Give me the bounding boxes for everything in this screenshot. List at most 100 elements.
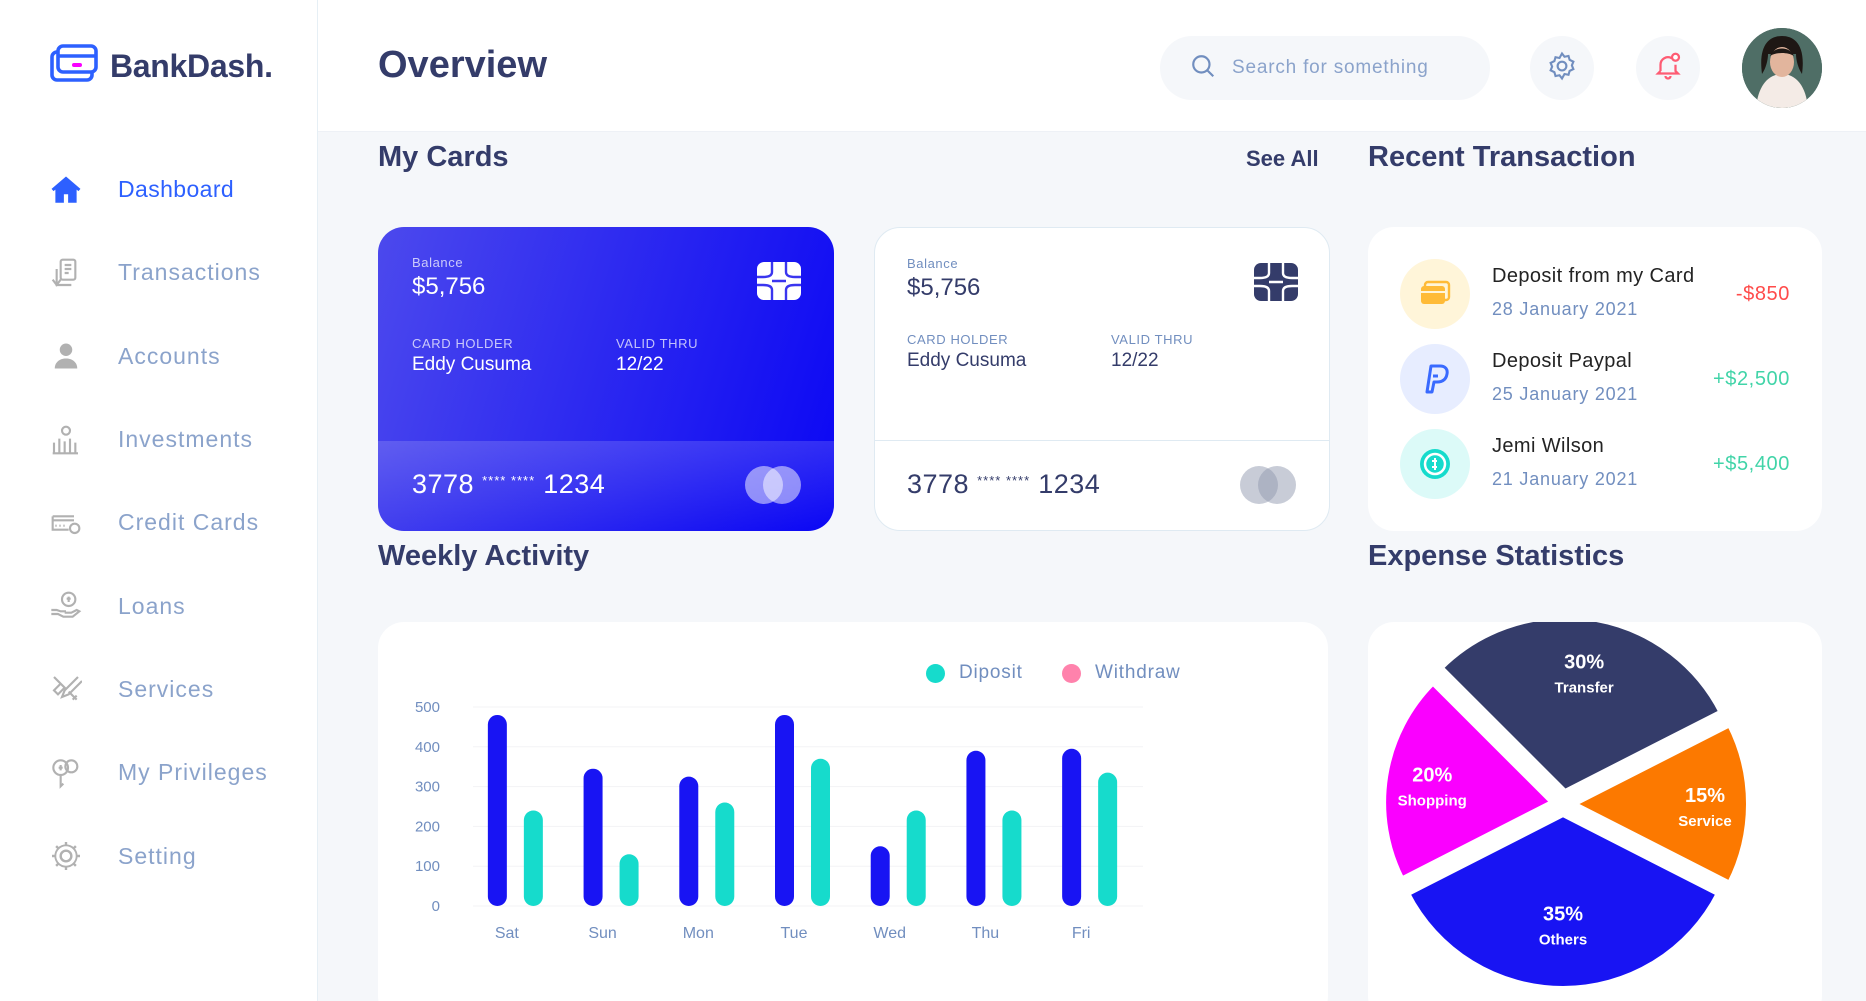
pie-slice-label: Others xyxy=(1539,932,1587,949)
balance-value: $5,756 xyxy=(907,274,981,301)
valid-thru-label: VALID THRU xyxy=(1111,332,1194,347)
bar-deposit[interactable] xyxy=(966,750,986,906)
bar-deposit[interactable] xyxy=(583,768,603,906)
loan-icon xyxy=(48,588,84,624)
balance-value: $5,756 xyxy=(412,273,486,300)
my-cards-title: My Cards xyxy=(378,141,509,173)
main-content: My Cards See All Balance $5,756 CARD HOL… xyxy=(318,132,1866,1001)
card-number: 3778 **** **** 1234 xyxy=(907,469,1101,499)
pie-slice-label: Service xyxy=(1678,813,1731,830)
notifications-button[interactable] xyxy=(1636,36,1700,100)
mastercard-icon xyxy=(1239,465,1299,510)
sidebar-item-accounts[interactable]: Accounts xyxy=(0,315,318,398)
weekly-activity-title: Weekly Activity xyxy=(378,540,590,572)
x-tick-label: Tue xyxy=(781,925,808,942)
search-icon xyxy=(1190,53,1216,84)
bar-withdraw[interactable] xyxy=(523,810,543,906)
transaction-amount: +$5,400 xyxy=(1712,453,1790,475)
bar-deposit[interactable] xyxy=(1062,748,1082,906)
sidebar: BankDash. Dashboard Transactions Account… xyxy=(0,0,318,1001)
chip-icon xyxy=(756,261,802,306)
bar-deposit[interactable] xyxy=(679,776,699,906)
service-icon xyxy=(48,671,84,707)
sidebar-item-credit-cards[interactable]: Credit Cards xyxy=(0,481,318,564)
search-bar[interactable] xyxy=(1160,36,1490,100)
settings-icon xyxy=(48,838,84,874)
app-logo[interactable]: BankDash. xyxy=(50,44,273,89)
bar-withdraw[interactable] xyxy=(811,758,830,906)
bar-deposit[interactable] xyxy=(487,714,507,906)
pie-slice-percent: 20% xyxy=(1412,764,1452,786)
sidebar-item-my-privileges[interactable]: My Privileges xyxy=(0,731,318,814)
card-holder-label: CARD HOLDER xyxy=(412,336,514,351)
bar-withdraw[interactable] xyxy=(1098,772,1118,906)
pie-slice-percent: 30% xyxy=(1564,651,1604,673)
card-number-strip: 3778 **** **** 1234 xyxy=(378,441,834,531)
transaction-row[interactable]: Deposit Paypal 25 January 2021 +$2,500 xyxy=(1400,344,1790,414)
see-all-link[interactable]: See All xyxy=(1246,146,1319,172)
sidebar-item-transactions[interactable]: Transactions xyxy=(0,231,318,314)
y-tick-label: 300 xyxy=(415,779,440,796)
recent-transaction-panel: Deposit from my Card 28 January 2021 -$8… xyxy=(1368,227,1822,531)
credit-card-secondary[interactable]: Balance $5,756 CARD HOLDER Eddy Cusuma V… xyxy=(874,227,1330,531)
card-number: 3778 **** **** 1234 xyxy=(412,469,606,499)
credit-card-primary[interactable]: Balance $5,756 CARD HOLDER Eddy Cusuma V… xyxy=(378,227,834,531)
balance-label: Balance xyxy=(412,255,464,270)
expense-pie-chart: 30% Transfer 15% Service 35% Others 20% Shoppin… xyxy=(1380,622,1752,992)
sidebar-item-label: My Privileges xyxy=(118,759,268,786)
sidebar-item-dashboard[interactable]: Dashboard xyxy=(0,148,318,231)
x-tick-label: Wed xyxy=(873,925,906,942)
transaction-title: Jemi Wilson xyxy=(1492,435,1605,457)
transaction-date: 21 January 2021 xyxy=(1492,469,1639,489)
bell-icon xyxy=(1653,51,1683,86)
sidebar-item-setting[interactable]: Setting xyxy=(0,814,318,897)
x-tick-label: Fri xyxy=(1072,925,1091,942)
card-holder-value: Eddy Cusuma xyxy=(907,350,1027,371)
card-holder-label: CARD HOLDER xyxy=(907,332,1009,347)
sidebar-item-loans[interactable]: Loans xyxy=(0,564,318,647)
pie-slice-label: Transfer xyxy=(1555,679,1614,696)
transaction-title: Deposit from my Card xyxy=(1492,265,1695,287)
settings-button[interactable] xyxy=(1530,36,1594,100)
bar-deposit[interactable] xyxy=(775,714,794,906)
bar-withdraw[interactable] xyxy=(906,810,926,906)
search-input[interactable] xyxy=(1232,57,1452,79)
sidebar-item-label: Accounts xyxy=(118,342,221,369)
app-name: BankDash. xyxy=(110,48,273,84)
x-tick-label: Thu xyxy=(972,925,1000,942)
y-tick-label: 400 xyxy=(415,739,440,756)
avatar[interactable] xyxy=(1742,28,1822,108)
user-icon xyxy=(48,338,84,374)
sidebar-item-label: Transactions xyxy=(118,259,261,286)
card-icon xyxy=(1400,259,1470,329)
chip-icon xyxy=(1253,262,1299,307)
x-tick-label: Sat xyxy=(495,925,520,942)
bank-card-icon xyxy=(50,44,98,89)
sidebar-item-label: Setting xyxy=(118,842,197,869)
x-tick-label: Mon xyxy=(683,925,714,942)
bar-deposit[interactable] xyxy=(870,846,890,906)
page-title: Overview xyxy=(378,44,547,86)
transaction-title: Deposit Paypal xyxy=(1492,350,1633,372)
sidebar-item-label: Loans xyxy=(118,592,186,619)
pie-slice-percent: 35% xyxy=(1543,904,1583,926)
paypal-icon xyxy=(1400,344,1470,414)
y-tick-label: 0 xyxy=(432,898,440,915)
transaction-row[interactable]: Deposit from my Card 28 January 2021 -$8… xyxy=(1400,259,1790,329)
investment-icon xyxy=(48,422,84,458)
privilege-icon xyxy=(48,755,84,791)
transaction-date: 28 January 2021 xyxy=(1492,299,1639,319)
card-holder-value: Eddy Cusuma xyxy=(412,354,532,375)
sidebar-item-investments[interactable]: Investments xyxy=(0,398,318,481)
bar-withdraw[interactable] xyxy=(1002,810,1022,906)
sidebar-item-services[interactable]: Services xyxy=(0,648,318,731)
dollar-icon xyxy=(1400,429,1470,499)
expense-statistics-title: Expense Statistics xyxy=(1368,540,1625,572)
bar-withdraw[interactable] xyxy=(619,854,639,906)
valid-thru-label: VALID THRU xyxy=(616,336,699,351)
x-tick-label: Sun xyxy=(588,925,616,942)
card-number-strip: 3778 **** **** 1234 xyxy=(875,440,1329,530)
bar-withdraw[interactable] xyxy=(715,802,735,906)
transaction-row[interactable]: Jemi Wilson 21 January 2021 +$5,400 xyxy=(1400,429,1790,499)
pie-slice-label: Shopping xyxy=(1398,792,1467,809)
